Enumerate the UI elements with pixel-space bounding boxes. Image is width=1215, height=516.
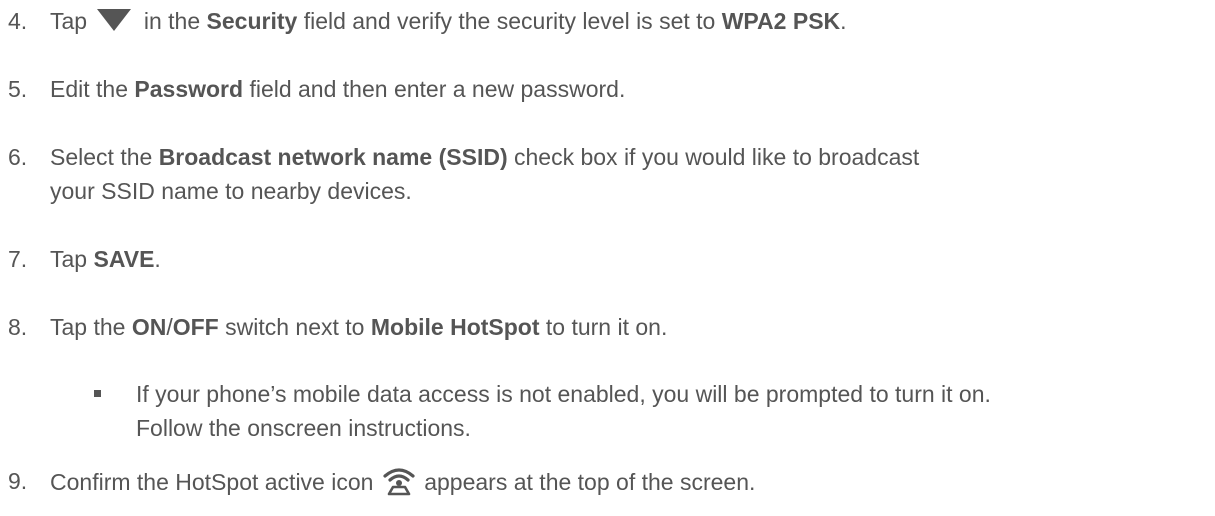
step-text: Tap in the Security field and verify the…	[50, 4, 1198, 38]
step-text-run: Confirm the HotSpot active icon	[50, 469, 374, 495]
step-number: 4.	[8, 8, 28, 34]
step-text: Confirm the HotSpot active icon appears …	[50, 464, 1198, 499]
step-text: Tap the ON/OFF switch next to Mobile Hot…	[50, 310, 1198, 344]
step-8-note: If your phone’s mobile data access is no…	[94, 377, 1204, 445]
step-text: Edit the Password field and then enter a…	[50, 72, 1198, 106]
step-7: 7. Tap SAVE.	[8, 242, 1198, 276]
step-9: 9. Confirm the HotSpot active icon appea…	[8, 464, 1198, 499]
mobile-hotspot-label: Mobile HotSpot	[370, 314, 540, 340]
step-number: 5.	[8, 76, 28, 102]
note-line: Follow the onscreen instructions.	[136, 415, 471, 441]
password-field-label: Password	[134, 76, 244, 102]
broadcast-ssid-label: Broadcast network name (SSID)	[158, 144, 508, 170]
step-number: 8.	[8, 314, 28, 340]
step-text-run: to turn it on.	[545, 314, 668, 340]
on-label: ON	[131, 314, 167, 340]
off-label: OFF	[172, 314, 219, 340]
bullet-square-icon	[94, 390, 101, 397]
security-field-label: Security	[206, 8, 298, 34]
step-number: 9.	[8, 468, 28, 494]
step-text-run: Tap	[50, 8, 88, 34]
step-text-run: .	[154, 246, 161, 272]
step-text-run: check box if you would like to broadcast	[514, 144, 920, 170]
step-6: 6. Select the Broadcast network name (SS…	[8, 140, 1198, 208]
step-text: Select the Broadcast network name (SSID)…	[50, 140, 1198, 208]
step-text-run: Edit the	[50, 76, 128, 102]
step-text-run: Tap	[50, 246, 88, 272]
step-number: 7.	[8, 246, 28, 272]
step-text-run: Select the	[50, 144, 153, 170]
step-text-run: Tap the	[50, 314, 126, 340]
step-text-run: appears at the top of the screen.	[424, 469, 756, 495]
step-text-run: field and then enter a new password.	[249, 76, 626, 102]
dropdown-triangle-icon	[97, 9, 132, 31]
step-8: 8. Tap the ON/OFF switch next to Mobile …	[8, 310, 1198, 344]
step-5: 5. Edit the Password field and then ente…	[8, 72, 1198, 106]
step-text: Tap SAVE.	[50, 242, 1198, 276]
note-text: If your phone’s mobile data access is no…	[136, 377, 1204, 445]
step-number: 6.	[8, 144, 28, 170]
step-text-run: your SSID name to nearby devices.	[50, 178, 412, 204]
save-label: SAVE	[93, 246, 155, 272]
step-text-run: field and verify the security level is s…	[303, 8, 716, 34]
security-level-value: WPA2 PSK	[721, 8, 841, 34]
note-line: If your phone’s mobile data access is no…	[136, 381, 991, 407]
step-text-run: switch next to	[225, 314, 365, 340]
step-text-run: in the	[143, 8, 201, 34]
step-4: 4. Tap in the Security field and verify …	[8, 4, 1198, 38]
step-text-run: .	[840, 8, 847, 34]
hotspot-active-icon	[383, 468, 415, 496]
